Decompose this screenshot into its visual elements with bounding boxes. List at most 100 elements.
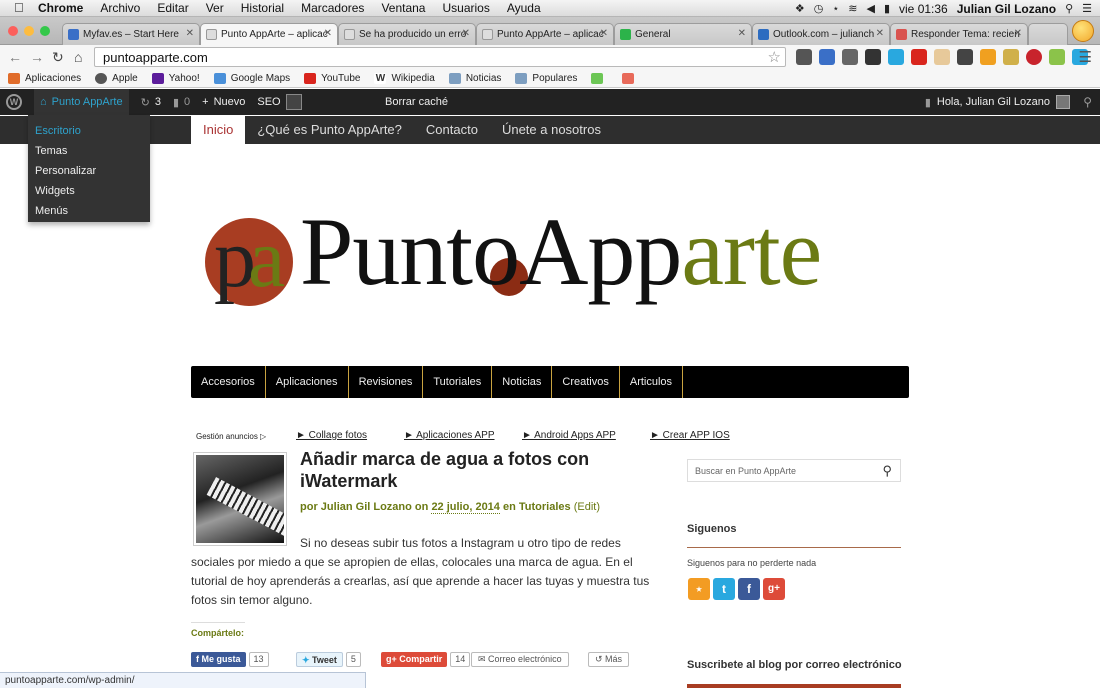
rss-extension-icon[interactable] [980,49,996,65]
wordpress-extension-icon[interactable] [1003,49,1019,65]
rss-icon[interactable]: ⋆ [688,578,710,600]
time-machine-icon[interactable]: ◷ [814,2,824,15]
close-tab-icon[interactable]: ✕ [600,28,608,39]
volume-icon[interactable]: ◀ [866,2,874,15]
post-title[interactable]: Añadir marca de agua a fotos con iWaterm… [300,448,640,492]
meta-edit[interactable]: (Edit) [574,501,600,513]
menu-app[interactable]: Chrome [38,1,83,15]
menu-usuarios[interactable]: Usuarios [442,1,489,15]
close-tab-icon[interactable]: ✕ [1014,28,1022,39]
menu-historial[interactable]: Historial [241,1,284,15]
bluetooth-icon[interactable]: ⋆ [832,2,839,15]
post-thumbnail[interactable] [193,452,287,546]
tab-punto-apparte-2[interactable]: Punto AppArte – aplicac ✕ [476,23,614,45]
spotlight-icon[interactable]: ⚲ [1065,2,1073,15]
buffer-extension-icon[interactable] [865,49,881,65]
cat-tutoriales[interactable]: Tutoriales [423,366,493,398]
address-bar[interactable]: puntoapparte.com ☆ [94,47,786,67]
emoji-extension-icon[interactable] [934,49,950,65]
menu-editar[interactable]: Editar [157,1,188,15]
close-tab-icon[interactable]: ✕ [186,28,194,39]
wp-comments[interactable]: ▮ 0 [173,96,190,109]
dropdown-personalizar[interactable]: Personalizar [28,161,150,181]
user-name[interactable]: Julian Gil Lozano [957,2,1056,16]
close-tab-icon[interactable]: ✕ [738,28,746,39]
dropdown-widgets[interactable]: Widgets [28,181,150,201]
menu-archivo[interactable]: Archivo [100,1,140,15]
dropdown-temas[interactable]: Temas [28,141,150,161]
notification-center-icon[interactable]: ☰ [1082,2,1092,15]
sidebar-search-input[interactable]: Buscar en Punto AppArte ⚲ [687,459,901,482]
bookmark-feedly[interactable] [591,72,608,84]
ad-link-aplicaciones[interactable]: ► Aplicaciones APP [404,430,495,441]
battery-icon[interactable]: ▮ [884,2,890,15]
home-icon[interactable]: ⌂ [74,50,88,64]
owl-extension-icon[interactable] [957,49,973,65]
more-share-button[interactable]: ↺ Más [588,652,630,667]
wordpress-logo-icon[interactable]: W [6,94,22,110]
nav-contacto[interactable]: Contacto [414,116,490,144]
wp-clear-cache[interactable]: Borrar caché [385,96,448,108]
nav-inicio[interactable]: Inicio [191,116,246,144]
cat-creativos[interactable]: Creativos [552,366,620,398]
close-window-button[interactable] [8,26,18,36]
wp-site-menu[interactable]: ⌂ Punto AppArte [34,89,129,115]
profile-avatar[interactable] [1072,20,1094,42]
share-email[interactable]: ✉ Correo electrónico [471,652,569,667]
wp-updates[interactable]: ↻ 3 [141,96,161,109]
cat-accesorios[interactable]: Accesorios [191,366,266,398]
tab-responder-tema[interactable]: Responder Tema: recien ✕ [890,23,1028,45]
menu-ventana[interactable]: Ventana [381,1,425,15]
minimize-window-button[interactable] [24,26,34,36]
gmail-extension-icon[interactable] [796,49,812,65]
bookmark-apple[interactable]: Apple [95,72,138,84]
bookmark-yahoo[interactable]: Yahoo! [151,72,200,84]
facebook-like-button[interactable]: f Me gusta [191,652,246,667]
close-tab-icon[interactable]: ✕ [876,28,884,39]
nav-unete[interactable]: Únete a nosotros [490,116,613,144]
wp-seo-menu[interactable]: SEO [257,94,302,110]
ad-link-collage[interactable]: ► Collage fotos [296,430,367,441]
nav-que-es[interactable]: ¿Qué es Punto AppArte? [245,116,414,144]
reload-icon[interactable]: ↻ [52,50,66,64]
tab-outlook[interactable]: Outlook.com – julianch ✕ [752,23,890,45]
bookmark-google-maps[interactable]: Google Maps [213,72,290,84]
share-twitter[interactable]: ✦ Tweet 5 [296,652,361,667]
share-gplus[interactable]: g+ Compartir 14 [381,652,471,667]
pinterest-extension-icon[interactable] [1026,49,1042,65]
tweet-button[interactable]: ✦ Tweet [296,652,343,667]
cat-noticias[interactable]: Noticias [492,366,553,398]
meta-author[interactable]: Julian Gil Lozano [321,501,412,513]
wp-account-menu[interactable]: ▮ Hola, Julian Gil Lozano [925,95,1070,109]
apple-icon[interactable]:  [14,1,28,15]
meta-date[interactable]: 22 julio, 2014 [431,501,500,514]
dropbox-icon[interactable]: ❖ [795,2,805,15]
clock[interactable]: vie 01:36 [899,2,948,16]
wp-new-button[interactable]: + Nuevo [202,96,245,108]
dropdown-escritorio[interactable]: Escritorio [28,121,150,141]
ad-link-ios[interactable]: ► Crear APP IOS [650,430,730,441]
email-share-button[interactable]: ✉ Correo electrónico [471,652,569,667]
facebook-icon[interactable]: f [738,578,760,600]
bookmark-star-icon[interactable]: ☆ [768,48,781,66]
bookmark-populares[interactable]: Populares [515,72,577,84]
ad-link-android[interactable]: ► Android Apps APP [522,430,616,441]
ads-label[interactable]: Gestión anuncios ▷ [196,432,266,441]
search-icon[interactable]: ⚲ [882,463,892,479]
back-arrow-icon[interactable]: ← [8,50,22,64]
evernote-extension-icon[interactable] [819,49,835,65]
tab-myfav[interactable]: Myfav.es – Start Here ✕ [62,23,200,45]
cat-articulos[interactable]: Articulos [620,366,684,398]
gplus-share-button[interactable]: g+ Compartir [381,652,448,667]
menu-ayuda[interactable]: Ayuda [507,1,541,15]
cat-revisiones[interactable]: Revisiones [349,366,424,398]
chrome-menu-icon[interactable]: ☰ [1079,48,1092,66]
wp-search-icon[interactable]: ⚲ [1083,95,1092,109]
tab-punto-apparte-active[interactable]: Punto AppArte – aplicac ✕ [200,23,338,46]
close-tab-icon[interactable]: ✕ [324,28,332,39]
pocket-extension-icon[interactable] [842,49,858,65]
twitter-icon[interactable]: t [713,578,735,600]
forward-arrow-icon[interactable]: → [30,50,44,64]
bookmark-extra[interactable] [622,72,639,84]
wifi-icon[interactable]: ≋ [848,2,857,15]
